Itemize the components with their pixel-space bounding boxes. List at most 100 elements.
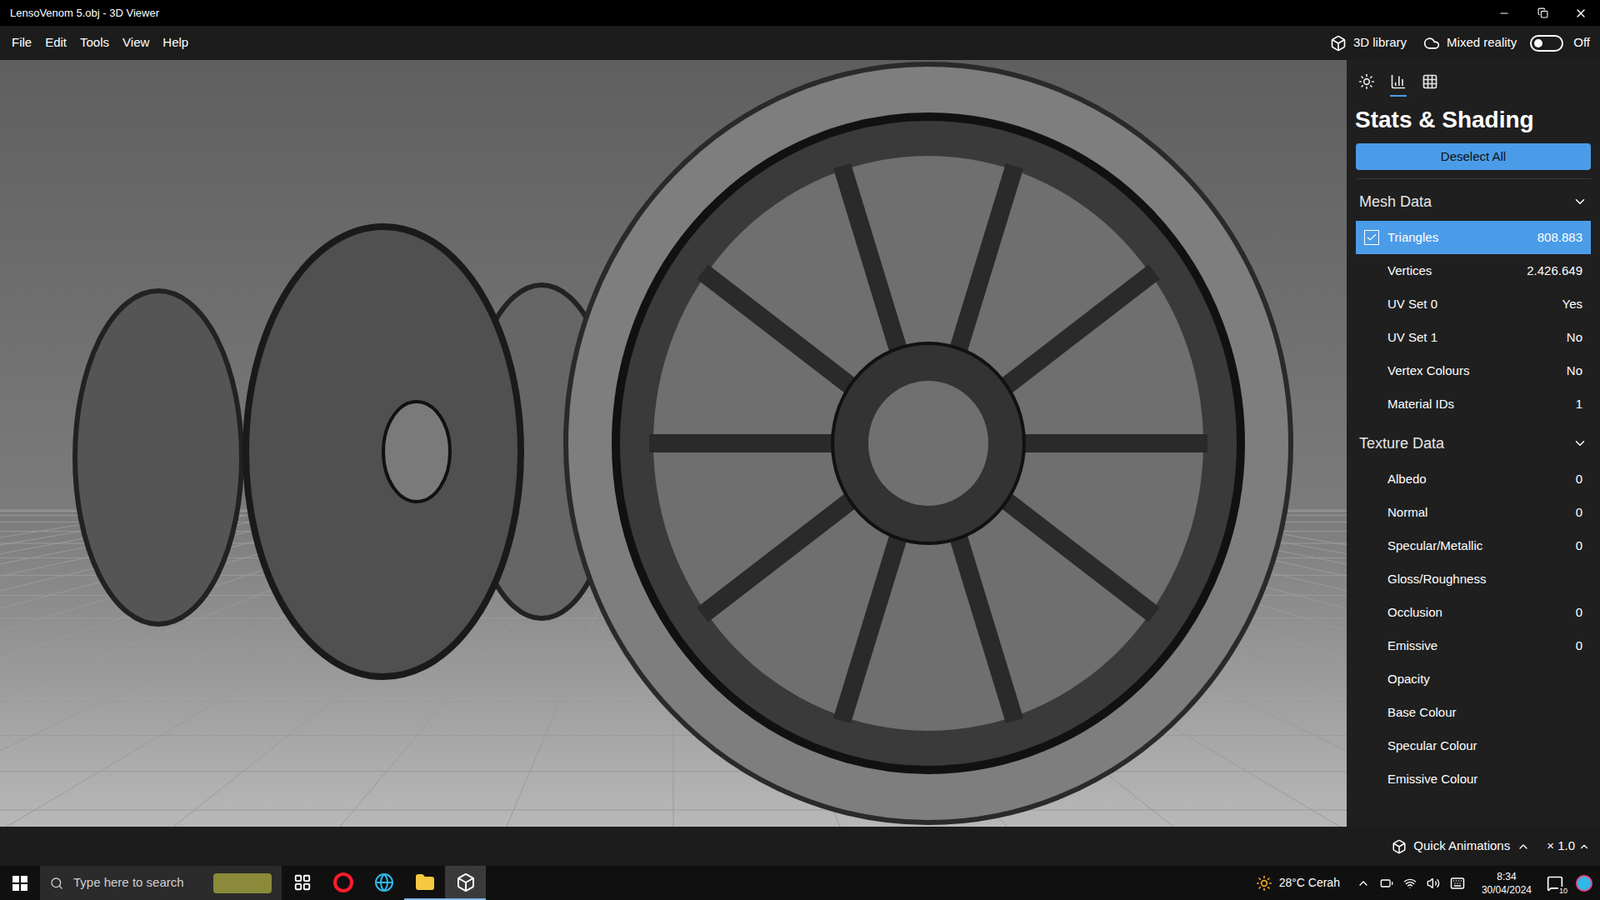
stat-row[interactable]: Occlusion0	[1355, 595, 1591, 630]
menu-item[interactable]: View	[117, 30, 155, 56]
wifi-icon[interactable]	[1403, 876, 1417, 890]
system-tray	[1346, 875, 1475, 891]
stat-value: 808.883	[1537, 228, 1583, 248]
stat-row[interactable]: Emissive0	[1355, 629, 1591, 663]
stat-row[interactable]: Gloss/Roughness	[1355, 562, 1591, 596]
stat-row[interactable]: Normal0	[1355, 495, 1591, 530]
animation-icon	[1391, 839, 1407, 855]
panel-tab[interactable]	[1390, 68, 1407, 97]
chevron-down-icon	[1572, 435, 1588, 451]
library-button[interactable]: 3D library	[1323, 33, 1414, 53]
section-header[interactable]: Texture Data	[1346, 424, 1600, 463]
panel-tab[interactable]	[1358, 68, 1375, 97]
taskbar-app[interactable]	[322, 865, 364, 900]
menu: FileEditToolsViewHelp	[6, 30, 1324, 56]
mixed-reality-toggle[interactable]	[1530, 35, 1564, 52]
stat-value: Yes	[1562, 295, 1583, 315]
notification-badge: 10	[1558, 886, 1569, 895]
grid-icon	[1421, 73, 1439, 90]
volume-icon[interactable]	[1426, 876, 1440, 890]
taskbar-apps	[281, 865, 486, 900]
stat-value: 0	[1575, 470, 1583, 490]
stat-label: Base Colour	[1387, 703, 1583, 723]
stat-label: Vertices	[1387, 261, 1527, 281]
panel-tabs	[1346, 60, 1600, 99]
side-panel: Stats & ShadingDeselect AllMesh DataTria…	[1346, 60, 1600, 827]
stat-value: No	[1566, 328, 1583, 348]
stat-label: Triangles	[1387, 228, 1538, 248]
stat-row[interactable]: Specular/Metallic0	[1355, 529, 1591, 563]
stat-row[interactable]: Albedo0	[1355, 462, 1591, 496]
explorer-icon	[415, 872, 435, 893]
search-box[interactable]: Type here to search	[40, 865, 282, 900]
chevron-up-icon	[1578, 840, 1590, 853]
deselect-all-button[interactable]: Deselect All	[1355, 143, 1591, 170]
3d-viewer-icon	[455, 872, 476, 893]
section-header[interactable]: Mesh Data	[1346, 182, 1600, 221]
weather-icon	[1255, 875, 1273, 892]
stat-value: 1	[1575, 395, 1583, 415]
taskbar-app[interactable]	[404, 865, 445, 900]
restore-icon	[1537, 7, 1549, 19]
stat-row[interactable]: Base Colour	[1355, 695, 1591, 730]
stat-label: Vertex Colours	[1387, 361, 1567, 381]
menu-item[interactable]: File	[6, 30, 37, 56]
menu-item[interactable]: Help	[157, 30, 194, 56]
stat-label: Opacity	[1387, 670, 1583, 690]
bottom-bar: Quick Animations × 1.0	[0, 826, 1600, 866]
menu-item[interactable]: Edit	[40, 30, 72, 56]
viewport-render	[0, 60, 1347, 827]
quick-animations-button[interactable]: Quick Animations	[1391, 836, 1530, 856]
clock[interactable]: 8:3430/04/2024	[1475, 870, 1539, 897]
viewport[interactable]	[0, 60, 1347, 827]
taskbar-app[interactable]	[281, 865, 323, 900]
stat-row[interactable]: Material IDs1	[1355, 387, 1591, 421]
speed-control[interactable]: × 1.0	[1546, 836, 1590, 856]
windows-logo-icon	[12, 875, 28, 891]
stat-label: Specular/Metallic	[1387, 536, 1576, 556]
panel-title: Stats & Shading	[1346, 98, 1600, 142]
close-button[interactable]	[1561, 0, 1600, 26]
chevron-down-icon	[1572, 194, 1588, 210]
taskbar: Type here to search 28°C Cerah 8:3430/04/2…	[0, 865, 1600, 900]
battery-icon[interactable]	[1380, 876, 1394, 890]
stat-value: 0	[1575, 503, 1583, 523]
menu-bar: FileEditToolsViewHelp3D libraryMixed rea…	[0, 25, 1600, 60]
row-checkbox[interactable]	[1364, 230, 1380, 245]
main-area: Stats & ShadingDeselect AllMesh DataTria…	[0, 60, 1600, 827]
window-title: LensoVenom 5.obj - 3D Viewer	[0, 5, 1485, 22]
mixed-reality: Mixed realityOff	[1413, 33, 1590, 53]
menu-item[interactable]: Tools	[75, 30, 115, 56]
color-widget[interactable]	[1571, 865, 1600, 900]
notification-button[interactable]: 10	[1538, 865, 1572, 900]
tray-chevron-icon[interactable]	[1356, 876, 1370, 890]
taskbar-app[interactable]	[363, 865, 405, 900]
stat-label: Occlusion	[1387, 603, 1576, 623]
library-icon	[1330, 35, 1347, 52]
search-icon	[50, 876, 64, 890]
stat-row[interactable]: UV Set 0Yes	[1355, 287, 1591, 321]
weather[interactable]: 28°C Cerah	[1249, 874, 1347, 892]
lighting-icon	[1358, 73, 1375, 90]
chevron-up-icon	[1516, 840, 1530, 854]
minimize-button[interactable]	[1485, 0, 1524, 26]
stat-label: Emissive Colour	[1387, 770, 1583, 790]
opera-icon	[333, 872, 354, 893]
stat-label: Normal	[1387, 503, 1576, 523]
stat-row[interactable]: Emissive Colour	[1355, 762, 1591, 796]
keyboard-icon[interactable]	[1450, 875, 1465, 891]
taskbar-app[interactable]	[445, 865, 486, 900]
stat-value: 0	[1575, 603, 1583, 623]
stat-row[interactable]: Vertices2.426.649	[1355, 254, 1591, 288]
mixed-reality-state: Off	[1573, 33, 1590, 53]
panel-tab[interactable]	[1421, 68, 1439, 97]
stat-row[interactable]: Vertex ColoursNo	[1355, 354, 1591, 388]
start-button[interactable]	[0, 865, 40, 900]
stat-label: UV Set 0	[1387, 295, 1563, 315]
stat-row[interactable]: Triangles808.883	[1355, 220, 1591, 255]
stat-row[interactable]: Specular Colour	[1355, 729, 1591, 763]
close-icon	[1574, 6, 1588, 20]
stat-row[interactable]: Opacity	[1355, 662, 1591, 696]
restore-button[interactable]	[1523, 0, 1562, 26]
stat-row[interactable]: UV Set 1No	[1355, 320, 1591, 355]
